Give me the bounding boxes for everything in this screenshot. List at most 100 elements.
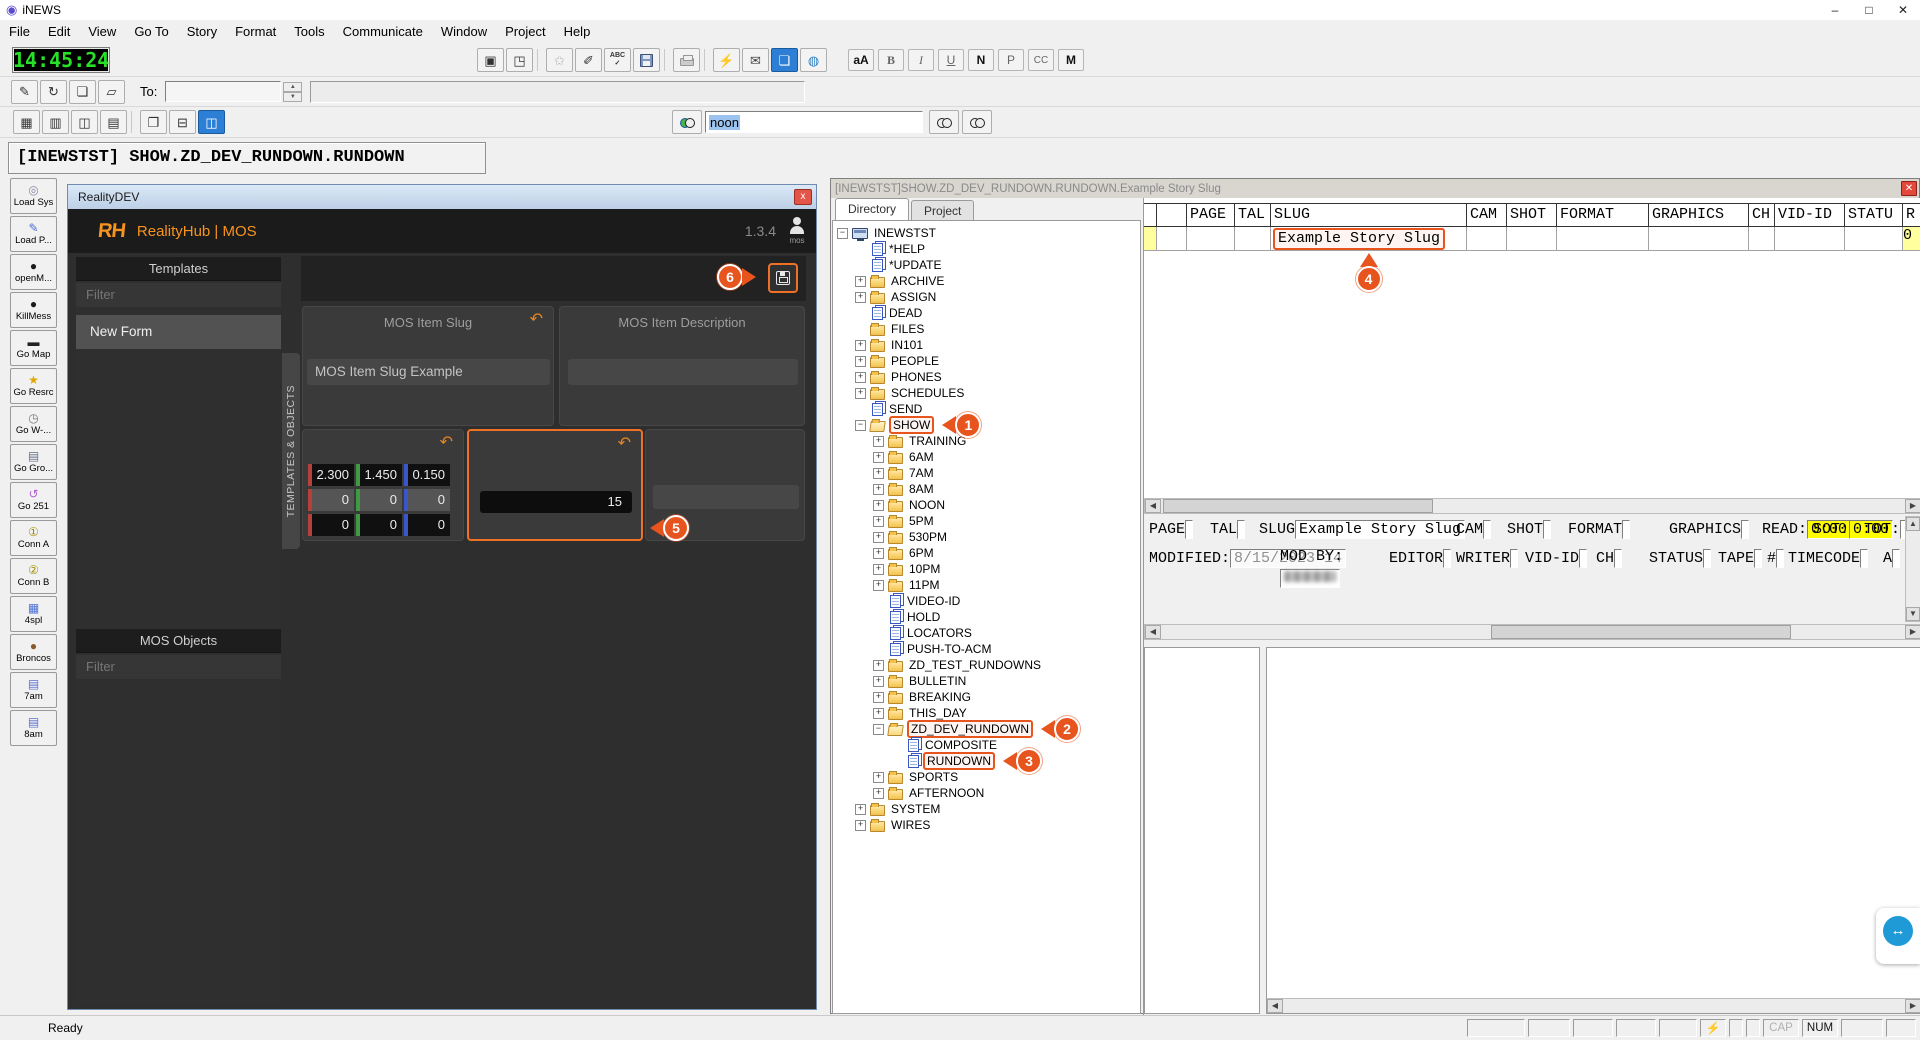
find-next-button[interactable]	[929, 110, 959, 134]
tree-item[interactable]: + WIRES	[833, 817, 1140, 833]
tree-item[interactable]: PUSH-TO-ACM	[833, 641, 1140, 657]
split-horizontal-icon[interactable]: ⊟	[169, 110, 196, 134]
grid-col-slug[interactable]: SLUG	[1271, 204, 1467, 226]
format-button[interactable]: N	[968, 49, 994, 71]
form-hash-input[interactable]	[1776, 549, 1784, 568]
tree-expander[interactable]: +	[873, 500, 884, 511]
menu-item[interactable]: Window	[432, 20, 496, 44]
row-shot-cell[interactable]	[1507, 227, 1557, 250]
tree-item[interactable]: RUNDOWN 3	[833, 753, 1140, 769]
tree-expander[interactable]: +	[873, 484, 884, 495]
toolbar-button[interactable]	[664, 49, 669, 71]
toolbar-button[interactable]	[537, 49, 542, 71]
scroll-down-arrow[interactable]: ▼	[1906, 607, 1920, 621]
rundown-window-titlebar[interactable]: [INEWSTST]SHOW.ZD_DEV_RUNDOWN.RUNDOWN.Ex…	[831, 179, 1919, 198]
tree-item[interactable]: COMPOSITE	[833, 737, 1140, 753]
undo-icon[interactable]: ↶	[530, 312, 543, 328]
format-button[interactable]: CC	[1028, 49, 1054, 71]
grid-col-shot[interactable]: SHOT	[1507, 204, 1557, 226]
tree-expander[interactable]: +	[855, 388, 866, 399]
form-tape-input[interactable]	[1754, 549, 1762, 568]
form-horizontal-scrollbar[interactable]: ◀ ▶	[1144, 624, 1920, 640]
print-icon[interactable]	[673, 48, 700, 72]
tree-item[interactable]: + 6AM	[833, 449, 1140, 465]
tree-expander[interactable]: +	[873, 532, 884, 543]
undo-icon[interactable]: ↶	[440, 435, 453, 451]
shortcut-button[interactable]: ▤ 7am	[10, 672, 57, 708]
shortcut-button[interactable]: ● Broncos	[10, 634, 57, 670]
tree-item[interactable]: + SCHEDULES	[833, 385, 1140, 401]
protect-story-icon[interactable]: ✐	[575, 48, 602, 72]
tree-item[interactable]: *HELP	[833, 241, 1140, 257]
browse-icon[interactable]: ◍	[800, 48, 827, 72]
template-list-item[interactable]: New Form	[76, 315, 281, 349]
find-scope-button[interactable]	[672, 110, 702, 134]
tree-expander[interactable]: +	[873, 676, 884, 687]
matrix-cell-x[interactable]: 0	[308, 489, 354, 511]
maximize-button[interactable]: □	[1852, 0, 1886, 20]
row-page-cell[interactable]	[1187, 227, 1235, 250]
matrix-cell-z[interactable]: 0	[404, 514, 450, 536]
tree-expander[interactable]: −	[855, 420, 866, 431]
row-format-cell[interactable]	[1557, 227, 1649, 250]
tree-item[interactable]: SEND	[833, 401, 1140, 417]
account-menu[interactable]: mos	[788, 217, 806, 245]
explorer-tab[interactable]: Project	[911, 200, 974, 220]
toolbar-button[interactable]	[704, 49, 709, 71]
tree-item[interactable]: + 530PM	[833, 529, 1140, 545]
urgent-icon[interactable]: ⚡	[713, 48, 740, 72]
format-button[interactable]: B	[878, 49, 904, 71]
tree-expander[interactable]: +	[855, 804, 866, 815]
tree-item[interactable]: + 8AM	[833, 481, 1140, 497]
mail-icon[interactable]: ✉	[742, 48, 769, 72]
matrix-cell-y[interactable]: 1.450	[356, 464, 402, 486]
tree-item[interactable]: − SHOW 1	[833, 417, 1140, 433]
tree-item[interactable]: + IN101	[833, 337, 1140, 353]
row-ch-cell[interactable]	[1749, 227, 1775, 250]
teamviewer-badge[interactable]: ↔	[1876, 908, 1920, 964]
tree-expander[interactable]: +	[873, 660, 884, 671]
tree-item[interactable]: + 11PM	[833, 577, 1140, 593]
explorer-tab[interactable]: Directory	[835, 198, 909, 220]
form-ch-input[interactable]	[1614, 549, 1622, 568]
grid-col-status[interactable]: STATU	[1845, 204, 1903, 226]
minimize-button[interactable]: –	[1818, 0, 1852, 20]
shortcut-button[interactable]: ● openM...	[10, 254, 57, 290]
shortcut-button[interactable]: ◎ Load Sys	[10, 178, 57, 214]
scroll-up-arrow[interactable]: ▲	[1906, 517, 1920, 531]
menu-item[interactable]: View	[79, 20, 125, 44]
grid-col-format[interactable]: FORMAT	[1557, 204, 1649, 226]
menu-item[interactable]: Communicate	[334, 20, 432, 44]
menu-item[interactable]: Edit	[39, 20, 79, 44]
layout-button[interactable]	[131, 111, 136, 133]
open-story-icon[interactable]: ▣	[477, 48, 504, 72]
story-favorite-icon[interactable]: ✩	[546, 48, 573, 72]
grid-col-tal[interactable]: TAL	[1235, 204, 1271, 226]
tree-item[interactable]: + BREAKING	[833, 689, 1140, 705]
tree-expander[interactable]: +	[873, 772, 884, 783]
form-page-input[interactable]	[1185, 520, 1193, 539]
shortcut-button[interactable]: ▤ 8am	[10, 710, 57, 746]
story-body-panel[interactable]: ◀ ▶	[1266, 647, 1920, 1014]
mos-item-slug-input[interactable]: MOS Item Slug Example	[307, 359, 550, 385]
cascade-windows-icon[interactable]: ❐	[140, 110, 167, 134]
form-vidid-input[interactable]	[1579, 549, 1587, 568]
form-cam-input[interactable]	[1483, 520, 1491, 539]
find-button[interactable]	[962, 110, 992, 134]
templates-filter-input[interactable]: Filter	[76, 283, 281, 307]
scrollbar-thumb[interactable]	[1163, 499, 1433, 513]
rundown-story-row[interactable]: Example Story Slug 4 0	[1144, 227, 1920, 251]
tree-item[interactable]: + TRAINING	[833, 433, 1140, 449]
rundown-window-close-button[interactable]: ✕	[1901, 181, 1917, 196]
form-air-input[interactable]	[1892, 549, 1900, 568]
story-view-icon[interactable]: ❏	[771, 48, 798, 72]
menu-item[interactable]: File	[0, 20, 39, 44]
tree-item[interactable]: + ASSIGN	[833, 289, 1140, 305]
shortcut-button[interactable]: ● KillMess	[10, 292, 57, 328]
to-spin-down[interactable]: ▼	[283, 92, 302, 102]
tree-expander[interactable]: +	[873, 692, 884, 703]
realitydev-close-button[interactable]: x	[794, 189, 812, 205]
tree-expander[interactable]: +	[855, 820, 866, 831]
save-template-button[interactable]	[768, 263, 798, 293]
tree-item[interactable]: + PEOPLE	[833, 353, 1140, 369]
